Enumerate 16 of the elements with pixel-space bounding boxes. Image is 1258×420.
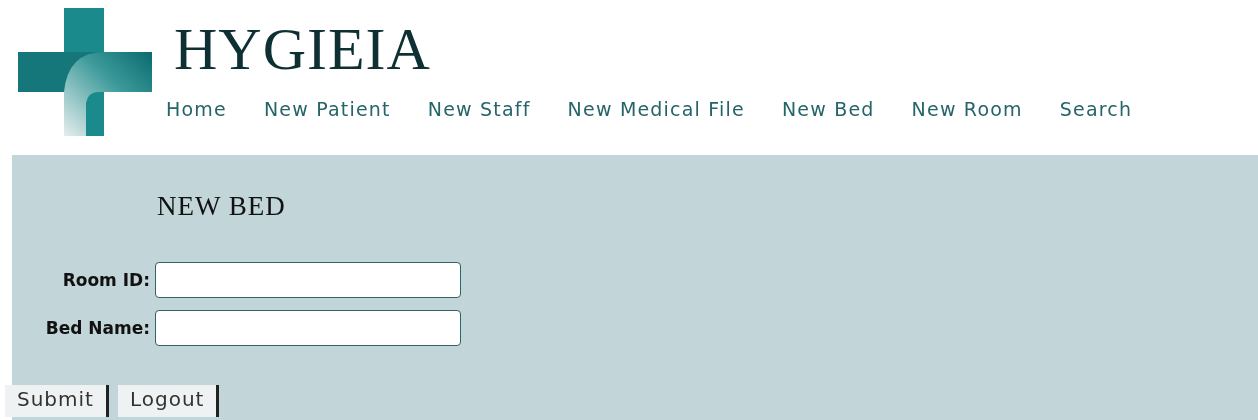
field-label: Room ID: <box>61 270 150 290</box>
nav-link[interactable]: Search <box>1059 98 1133 120</box>
field-label: Bed Name: <box>44 318 150 338</box>
logout-button[interactable]: Logout <box>117 385 220 417</box>
input-field[interactable] <box>155 262 461 298</box>
nav-link[interactable]: New Staff <box>427 98 531 120</box>
nav-link[interactable]: Home <box>166 98 227 120</box>
logo-cross-icon <box>18 8 152 136</box>
site-title: HYGIEIA <box>174 15 432 84</box>
submit-button[interactable]: Submit <box>5 385 109 417</box>
form-title: NEW BED <box>157 191 286 221</box>
nav-link[interactable]: New Room <box>911 98 1023 120</box>
input-field[interactable] <box>155 310 461 346</box>
nav-link[interactable]: New Bed <box>781 98 875 120</box>
nav-link[interactable]: New Patient <box>263 98 391 120</box>
nav-link[interactable]: New Medical File <box>567 98 745 120</box>
